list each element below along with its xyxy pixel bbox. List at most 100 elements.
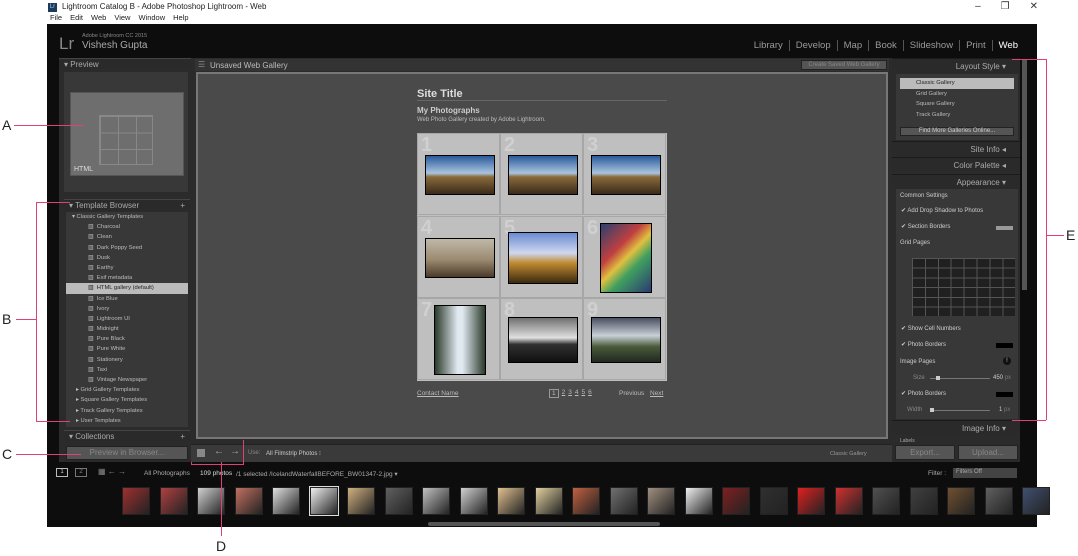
filmstrip-thumbnail[interactable] <box>684 487 713 515</box>
gallery-cell[interactable]: 9 <box>583 298 666 381</box>
restore-button[interactable]: ❐ <box>1001 1 1010 12</box>
minimize-button[interactable]: – <box>975 1 981 12</box>
template-item[interactable]: ▥ Dark Poppy Seed <box>66 243 188 253</box>
menu-window[interactable]: Window <box>138 13 165 22</box>
width-slider[interactable] <box>930 408 990 412</box>
filmstrip-thumbnail[interactable] <box>384 487 413 515</box>
photo-borders-image-checkbox[interactable]: ✔ Photo Borders <box>901 390 946 397</box>
gallery-cell[interactable]: 2 <box>500 133 583 215</box>
image-border-color-swatch[interactable] <box>996 392 1013 397</box>
module-book[interactable]: Book <box>868 40 903 51</box>
selection-info[interactable]: /1 selected /IcelandWaterfallBEFORE_BW01… <box>236 470 398 478</box>
folder-track[interactable]: ▸ Track Gallery Templates <box>66 406 188 416</box>
gallery-photo[interactable] <box>599 222 652 293</box>
site-title[interactable]: Site Title <box>417 88 463 100</box>
filmstrip-thumbnail[interactable] <box>347 487 375 515</box>
filmstrip-thumbnail[interactable] <box>422 487 450 515</box>
filmstrip-thumbnail[interactable] <box>722 487 750 515</box>
gallery-cell[interactable]: 5 <box>500 215 583 298</box>
template-item[interactable]: ▥ Charcoal <box>66 222 188 232</box>
show-cell-numbers-checkbox[interactable]: ✔ Show Cell Numbers <box>901 325 961 332</box>
menu-web[interactable]: Web <box>91 13 106 22</box>
collection-title[interactable]: My Photographs <box>417 106 480 115</box>
template-item[interactable]: ▥ Midnight <box>66 324 188 334</box>
template-item[interactable]: ▥ Pure White <box>66 344 188 354</box>
page-link[interactable]: 4 <box>575 389 579 398</box>
filmstrip-thumbnail[interactable] <box>872 487 900 515</box>
create-saved-gallery-button[interactable]: Create Saved Web Gallery <box>801 60 887 70</box>
module-develop[interactable]: Develop <box>788 40 837 51</box>
filmstrip-thumbnail[interactable] <box>1022 487 1050 515</box>
template-item[interactable]: ▥ Lightroom UI <box>66 314 188 324</box>
section-border-color-swatch[interactable] <box>996 226 1013 230</box>
filmstrip-thumbnail[interactable] <box>159 487 188 515</box>
folder-classic[interactable]: ▾ Classic Gallery Templates <box>66 212 188 222</box>
layout-style-item[interactable]: Classic Gallery <box>900 78 1014 89</box>
width-value[interactable]: 1 <box>999 407 1002 413</box>
filmstrip-thumbnail[interactable] <box>122 487 150 515</box>
filmstrip-thumbnail[interactable] <box>308 486 339 516</box>
filmstrip-thumbnail[interactable] <box>609 487 638 515</box>
module-slideshow[interactable]: Slideshow <box>902 40 959 51</box>
template-item[interactable]: ▥ Earthy <box>66 263 188 273</box>
template-item[interactable]: ▥ Taxi <box>66 365 188 375</box>
filmstrip-thumbnail[interactable] <box>647 487 675 515</box>
module-web[interactable]: Web <box>991 40 1024 51</box>
gallery-cell[interactable]: 6 <box>583 215 666 298</box>
size-value[interactable]: 450 <box>993 375 1003 381</box>
filter-dropdown[interactable]: Filters Off <box>953 468 1017 478</box>
filmstrip-thumbnail[interactable] <box>572 487 600 515</box>
site-info-header[interactable]: Site Info ◂ <box>892 141 1020 156</box>
section-borders-checbox[interactable]: ✔ Section Borders <box>901 223 950 230</box>
template-item[interactable]: ▥ Ivory <box>66 304 188 314</box>
filmstrip-thumbnail[interactable] <box>797 487 825 515</box>
filmstrip-thumbnail[interactable] <box>947 487 975 515</box>
previous-arrow-icon[interactable]: ← <box>214 446 224 457</box>
color-palette-header[interactable]: Color Palette ◂ <box>892 157 1020 172</box>
folder-grid[interactable]: ▸ Grid Gallery Templates <box>66 385 188 395</box>
collections-header[interactable]: ▾ Collections + <box>64 430 190 441</box>
module-print[interactable]: Print <box>959 40 992 51</box>
image-info-header[interactable]: Image Info ▾ <box>892 420 1020 435</box>
gallery-photo[interactable] <box>507 317 578 364</box>
gallery-cell[interactable]: 4 <box>417 215 500 298</box>
filmstrip-thumbnail[interactable] <box>459 487 488 515</box>
gallery-cell[interactable]: 1 <box>417 133 500 215</box>
gallery-photo[interactable] <box>590 155 661 195</box>
filmstrip-thumbnail[interactable] <box>759 487 788 515</box>
template-item[interactable]: ▥ Vintage Newspaper <box>66 375 188 385</box>
filmstrip-thumbnail[interactable] <box>909 487 938 515</box>
menu-file[interactable]: File <box>50 13 62 22</box>
layout-style-item[interactable]: Square Gallery <box>900 99 1014 110</box>
template-item[interactable]: ▥ Exif metadata <box>66 273 188 283</box>
page-link[interactable]: 2 <box>562 389 566 398</box>
template-item[interactable]: ▥ Pure Black <box>66 334 188 344</box>
gallery-cell[interactable]: 8 <box>500 298 583 381</box>
right-scrollbar[interactable] <box>1022 60 1027 290</box>
find-more-galleries-button[interactable]: Find More Galleries Online... <box>900 127 1014 136</box>
folder-square[interactable]: ▸ Square Gallery Templates <box>66 395 188 405</box>
template-item[interactable]: ▥ HTML gallery (default) <box>66 283 188 294</box>
page-link[interactable]: 5 <box>582 389 586 398</box>
add-collection-icon[interactable]: + <box>180 432 185 441</box>
upload-button[interactable]: Upload... <box>958 445 1018 460</box>
info-icon[interactable]: ! <box>1003 357 1011 365</box>
gallery-photo[interactable] <box>433 305 486 376</box>
layout-style-item[interactable]: Grid Gallery <box>900 89 1014 100</box>
appearance-header[interactable]: Appearance ▾ <box>892 174 1020 189</box>
folder-user[interactable]: ▸ User Templates <box>66 416 188 426</box>
contact-link[interactable]: Contact Name <box>417 390 459 397</box>
preview-in-browser-button[interactable]: Preview in Browser... <box>66 446 188 460</box>
drop-shadow-checkbox[interactable]: ✔ Add Drop Shadow to Photos <box>901 207 983 214</box>
preview-header[interactable]: ▾ Preview <box>59 58 191 69</box>
gallery-photo[interactable] <box>590 317 661 364</box>
filmstrip-thumbnail[interactable] <box>984 487 1013 515</box>
filmstrip-thumbnail[interactable] <box>272 487 300 515</box>
menu-help[interactable]: Help <box>173 13 188 22</box>
next-link[interactable]: Next <box>650 390 663 397</box>
filmstrip-thumbnail[interactable] <box>834 487 863 515</box>
menu-edit[interactable]: Edit <box>70 13 83 22</box>
collection-description[interactable]: Web Photo Gallery created by Adobe Light… <box>417 117 546 123</box>
photo-borders-checkbox[interactable]: ✔ Photo Borders <box>901 341 946 348</box>
filmstrip-scrollbar[interactable] <box>428 522 660 526</box>
